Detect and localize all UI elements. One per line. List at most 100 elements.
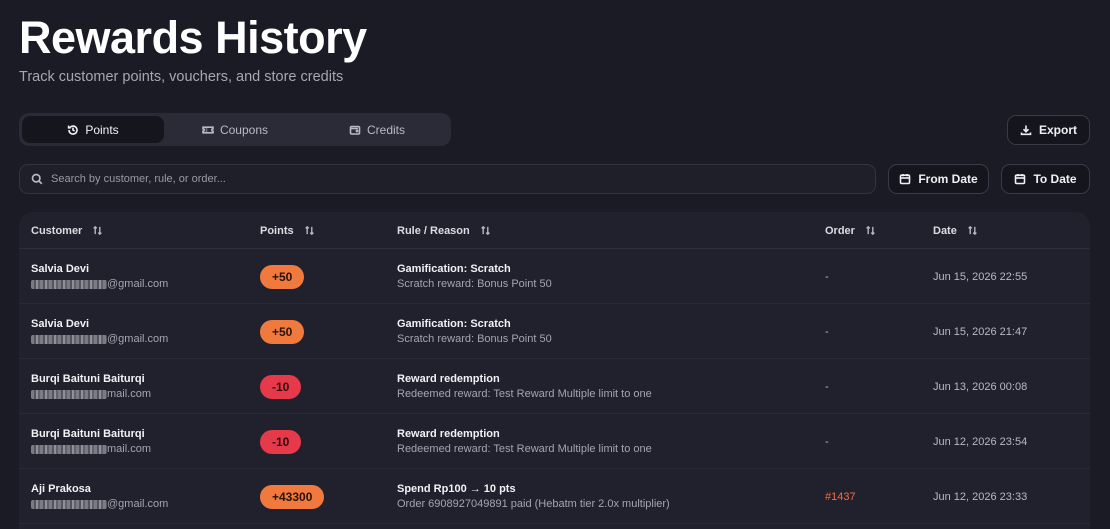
column-header-order: Order [825, 212, 876, 249]
order-cell: - [825, 359, 829, 414]
customer-email: mail.com [31, 442, 151, 457]
rule-cell: Gamification: Scratch Scratch reward: Bo… [397, 249, 552, 304]
table-row[interactable]: Salvia Devi @gmail.com +50 Gamification:… [19, 249, 1090, 304]
customer-email: @gmail.com [31, 332, 168, 347]
rule-detail: Redeemed reward: Test Reward Multiple li… [397, 442, 652, 455]
date-value: Jun 15, 2026 21:47 [933, 325, 1028, 338]
rule-title: Spend Rp100 → 10 pts [397, 482, 516, 495]
points-cell: +43300 [260, 469, 325, 524]
calendar-icon [900, 174, 911, 185]
from-date-label: From Date [918, 172, 978, 186]
email-domain: mail.com [107, 442, 152, 455]
table-row[interactable]: Burqi Baituni Baiturqi mail.com -10 Rewa… [19, 414, 1090, 469]
table-row[interactable]: Burqi Baituni Baiturqi mail.com -10 Rewa… [19, 359, 1090, 414]
column-label: Order [825, 224, 855, 237]
date-value: Jun 12, 2026 23:54 [933, 435, 1028, 448]
sort-icon[interactable] [304, 225, 315, 236]
column-label: Customer [31, 224, 83, 237]
from-date-button[interactable]: From Date [888, 164, 989, 194]
to-date-button[interactable]: To Date [1001, 164, 1090, 194]
order-cell: #1437 [825, 469, 856, 524]
points-badge: -10 [260, 429, 302, 454]
order-cell: - [825, 249, 829, 304]
points-badge: +50 [260, 264, 305, 289]
download-icon [1020, 125, 1032, 136]
rule-detail: Redeemed reward: Test Reward Multiple li… [397, 387, 652, 400]
table-row[interactable]: Aji Prakosa @gmail.com +43300 Spend Rp10… [19, 469, 1090, 524]
table-row[interactable]: Salvia Devi @gmail.com +50 Gamification:… [19, 304, 1090, 359]
tab-coupons-label: Coupons [219, 122, 269, 137]
date-value: Jun 12, 2026 23:33 [933, 490, 1028, 503]
redacted-email [31, 389, 107, 399]
rule-title: Reward redemption [397, 427, 500, 440]
tab-credits[interactable]: Credits [306, 116, 448, 143]
customer-name: Salvia Devi [31, 317, 90, 330]
customer-cell: Salvia Devi @gmail.com [31, 304, 168, 359]
order-cell: - [825, 414, 829, 469]
tab-coupons[interactable]: Coupons [164, 116, 306, 143]
column-label: Date [933, 224, 957, 237]
points-cell: +50 [260, 304, 305, 359]
points-badge: +50 [260, 319, 305, 344]
redacted-email [31, 499, 107, 509]
date-cell: Jun 15, 2026 21:47 [933, 304, 1027, 359]
redacted-email [31, 334, 107, 344]
date-cell: Jun 12, 2026 23:33 [933, 469, 1027, 524]
page-title: Rewards History [19, 12, 367, 63]
customer-name: Salvia Devi [31, 262, 90, 275]
redacted-email [31, 279, 107, 289]
email-domain: @gmail.com [107, 497, 169, 510]
customer-email: @gmail.com [31, 277, 168, 292]
column-header-date: Date [933, 212, 978, 249]
rule-cell: Spend Rp100 → 10 pts Order 6908927049891… [397, 469, 670, 524]
email-domain: mail.com [107, 387, 152, 400]
column-header-rule: Rule / Reason [397, 212, 491, 249]
email-domain: @gmail.com [107, 332, 169, 345]
redacted-email [31, 444, 107, 454]
tab-bar: Points Coupons Credits [19, 113, 451, 146]
points-cell: -10 [260, 414, 302, 469]
rule-title: Reward redemption [397, 372, 500, 385]
tab-points[interactable]: Points [22, 116, 164, 143]
points-badge: +43300 [260, 484, 325, 509]
rewards-table: Customer Points Rule / Reason Order Date… [19, 212, 1090, 529]
order-value: - [825, 270, 829, 283]
ticket-icon [202, 125, 214, 134]
customer-email: mail.com [31, 387, 151, 402]
customer-cell: Aji Prakosa @gmail.com [31, 469, 168, 524]
rule-detail: Scratch reward: Bonus Point 50 [397, 277, 552, 290]
wallet-icon [349, 125, 361, 135]
column-label: Rule / Reason [397, 224, 470, 237]
sort-icon[interactable] [865, 225, 876, 236]
date-value: Jun 15, 2026 22:55 [933, 270, 1028, 283]
sort-icon[interactable] [967, 225, 978, 236]
column-header-customer: Customer [31, 212, 103, 249]
export-button-label: Export [1038, 123, 1077, 137]
points-badge: -10 [260, 374, 302, 399]
customer-cell: Burqi Baituni Baiturqi mail.com [31, 414, 151, 469]
tab-credits-label: Credits [366, 122, 405, 137]
rule-detail: Scratch reward: Bonus Point 50 [397, 332, 552, 345]
order-value: - [825, 435, 829, 448]
column-label: Points [260, 224, 294, 237]
rule-title: Gamification: Scratch [397, 262, 511, 275]
sort-icon[interactable] [480, 225, 491, 236]
export-button[interactable]: Export [1007, 115, 1090, 145]
customer-name: Aji Prakosa [31, 482, 91, 495]
order-value: - [825, 325, 829, 338]
search-input[interactable] [51, 173, 831, 185]
to-date-label: To Date [1033, 172, 1077, 186]
rule-cell: Reward redemption Redeemed reward: Test … [397, 359, 652, 414]
points-cell: +50 [260, 249, 305, 304]
customer-email: @gmail.com [31, 497, 168, 512]
date-cell: Jun 12, 2026 23:54 [933, 414, 1027, 469]
rule-title: Gamification: Scratch [397, 317, 511, 330]
order-cell: - [825, 304, 829, 359]
rule-detail: Order 6908927049891 paid (Hebatm tier 2.… [397, 497, 670, 510]
email-domain: @gmail.com [107, 277, 169, 290]
sort-icon[interactable] [92, 225, 103, 236]
date-cell: Jun 15, 2026 22:55 [933, 249, 1027, 304]
customer-name: Burqi Baituni Baiturqi [31, 427, 145, 440]
order-link[interactable]: #1437 [825, 491, 856, 503]
page-subtitle: Track customer points, vouchers, and sto… [19, 69, 344, 85]
